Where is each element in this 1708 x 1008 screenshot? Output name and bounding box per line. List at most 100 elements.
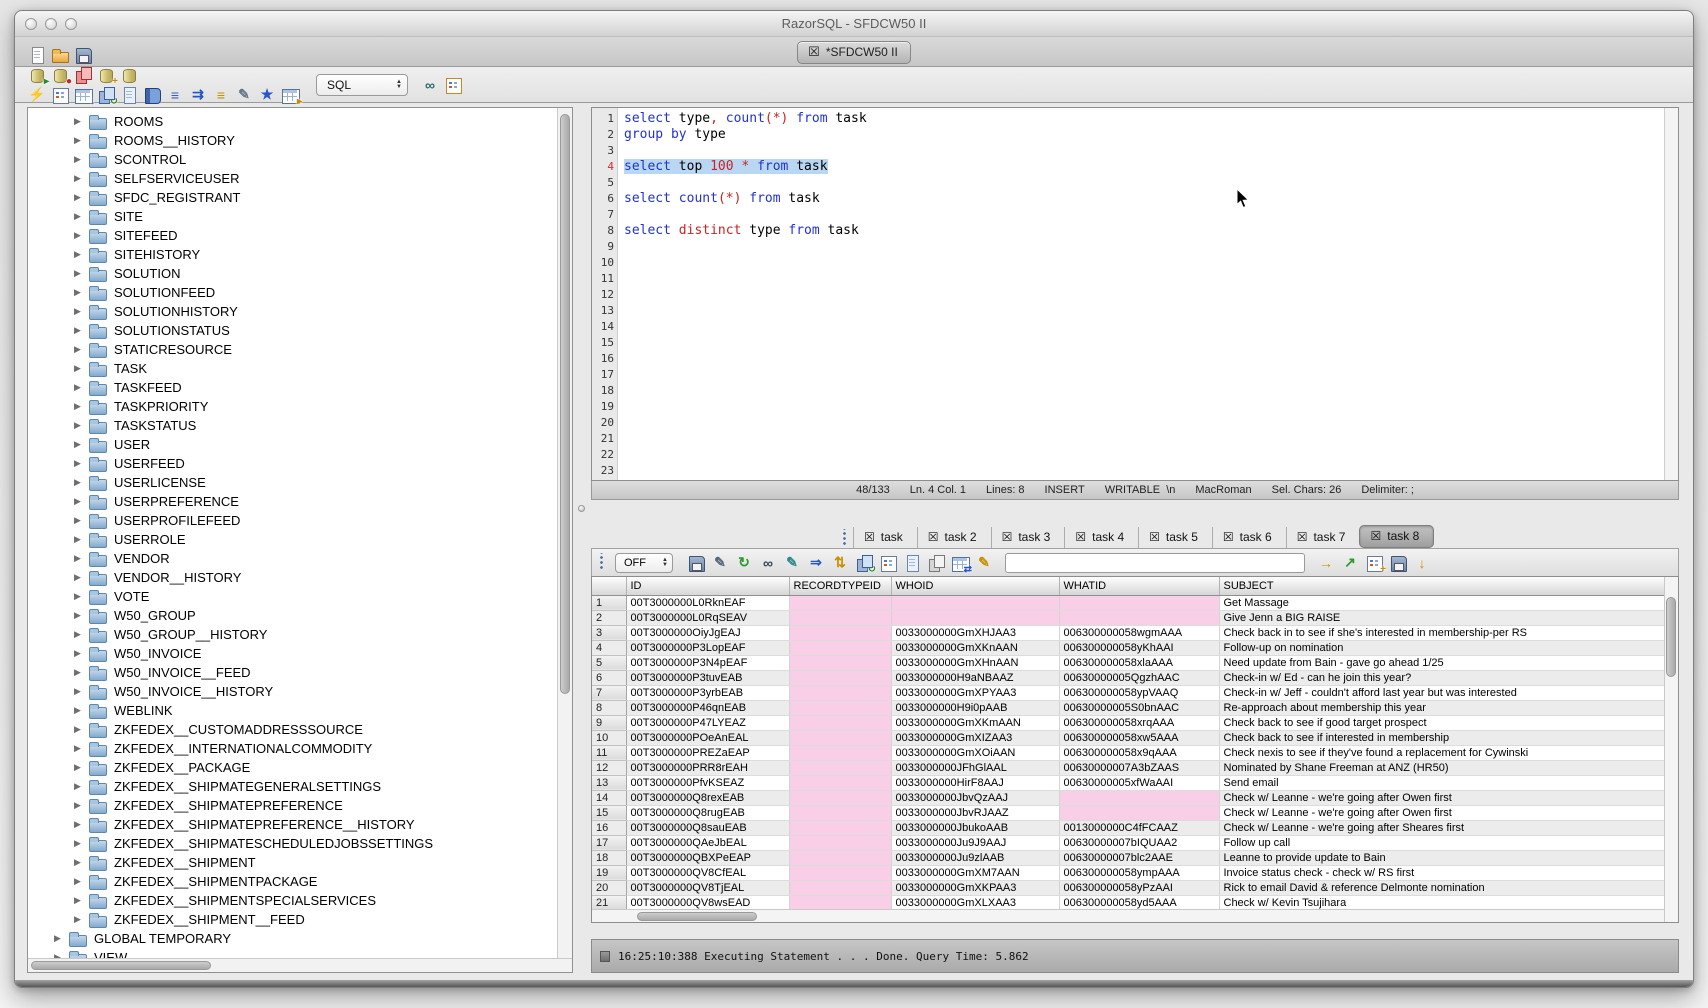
code-line[interactable] — [624, 367, 1664, 383]
db-connect-icon[interactable]: ▸ — [27, 65, 47, 85]
tree-item-w50_invoice__history[interactable]: ▶W50_INVOICE__HISTORY — [28, 682, 556, 701]
result-tab-task-6[interactable]: ☒task 6 — [1212, 527, 1286, 548]
new-file-icon[interactable] — [27, 45, 47, 65]
disclosure-triangle-icon[interactable]: ▶ — [74, 724, 88, 735]
export-table-icon[interactable]: ↓ — [73, 85, 93, 105]
tree-item-userrole[interactable]: ▶USERROLE — [28, 530, 556, 549]
table-row[interactable]: 1300T3000000PfvKSEAZ0033000000HirF8AAJ00… — [592, 775, 1664, 790]
code-line[interactable] — [624, 175, 1664, 191]
code-line[interactable] — [624, 207, 1664, 223]
sql-editor[interactable]: 1234567891011121314151617181920212223 se… — [591, 107, 1679, 481]
describe-arrows-icon[interactable]: ⇉ — [188, 85, 208, 105]
grid-cell[interactable]: Check nexis to see if they've found a re… — [1219, 745, 1664, 760]
grid-cell[interactable]: 00630000005S0bnAAC — [1059, 700, 1219, 715]
grid-cell[interactable]: 0033000000GmXKnAAN — [891, 640, 1059, 655]
table-row[interactable]: 1200T3000000PRR8rEAH0033000000JFhGlAAL00… — [592, 760, 1664, 775]
save-grid-icon[interactable] — [1388, 553, 1408, 573]
tree-item-weblink[interactable]: ▶WEBLINK — [28, 701, 556, 720]
tab-close-icon[interactable]: ☒ — [1223, 530, 1234, 544]
code-line[interactable]: select count(*) from task — [624, 191, 1664, 207]
tree-item-global temporary[interactable]: ▶GLOBAL TEMPORARY — [28, 929, 556, 948]
grid-cell[interactable]: 00630000007bIQUAA2 — [1059, 835, 1219, 850]
find-glasses-icon[interactable]: ∞ — [420, 75, 440, 95]
grid-cell[interactable]: Send email — [1219, 775, 1664, 790]
grid-cell[interactable] — [789, 730, 891, 745]
tree-item-zkfedex__shipment__feed[interactable]: ▶ZKFEDEX__SHIPMENT__FEED — [28, 910, 556, 929]
table-row[interactable]: 2100T3000000QV8wsEAD0033000000GmXLXAA300… — [592, 895, 1664, 910]
grid-cell[interactable] — [789, 685, 891, 700]
tab-close-icon[interactable]: ☒ — [928, 530, 939, 544]
tree-item-w50_invoice__feed[interactable]: ▶W50_INVOICE__FEED — [28, 663, 556, 682]
stop-icon[interactable] — [600, 951, 610, 962]
grid-vertical-scrollbar[interactable] — [1664, 577, 1678, 922]
table-row[interactable]: 1600T3000000Q8sauEAB0033000000JbukoAAB00… — [592, 820, 1664, 835]
row-number-cell[interactable]: 1 — [592, 595, 626, 610]
row-number-cell[interactable]: 11 — [592, 745, 626, 760]
grid-cell[interactable]: 00T3000000QV8CfEAL — [626, 865, 789, 880]
grid-cell[interactable]: Check w/ Leanne - we're going after Owen… — [1219, 790, 1664, 805]
grid-cell[interactable]: 0033000000JbukoAAB — [891, 820, 1059, 835]
tree-item-site[interactable]: ▶SITE — [28, 207, 556, 226]
disclosure-triangle-icon[interactable]: ▶ — [74, 667, 88, 678]
grid-cell[interactable]: 00T3000000Q8rugEAB — [626, 805, 789, 820]
sort-pencil-icon[interactable]: ✎ — [710, 553, 730, 573]
grid-cell[interactable]: 006300000058x9qAAA — [1059, 745, 1219, 760]
table-row[interactable]: 1100T3000000PREZaEAP0033000000GmXOiAAN00… — [592, 745, 1664, 760]
grid-cell[interactable]: 0033000000Ju9zlAAB — [891, 850, 1059, 865]
db-add-icon[interactable]: + — [96, 65, 116, 85]
code-line[interactable] — [624, 447, 1664, 463]
row-number-cell[interactable]: 9 — [592, 715, 626, 730]
table-row[interactable]: 800T3000000P46qnEAB0033000000H9i0pAAB006… — [592, 700, 1664, 715]
grid-cell[interactable]: 00630000005xfWaAAI — [1059, 775, 1219, 790]
tab-close-icon[interactable]: ☒ — [1297, 530, 1308, 544]
tree-item-solutionfeed[interactable]: ▶SOLUTIONFEED — [28, 283, 556, 302]
disclosure-triangle-icon[interactable]: ▶ — [74, 800, 88, 811]
grid-cell[interactable]: 00T3000000QAeJbEAL — [626, 835, 789, 850]
mode-select[interactable]: SQL ▲▼ — [316, 74, 408, 96]
disclosure-triangle-icon[interactable]: ▶ — [74, 553, 88, 564]
sidebar-horizontal-scrollbar[interactable] — [28, 958, 572, 972]
grid-scroll-thumb[interactable] — [1666, 597, 1676, 677]
grid-cell[interactable]: 006300000058yd5AAA — [1059, 895, 1219, 910]
table-row[interactable]: 1700T3000000QAeJbEAL0033000000Ju9J9AAJ00… — [592, 835, 1664, 850]
grid-cell[interactable]: 00T3000000P46qnEAB — [626, 700, 789, 715]
column-header-recordtypeid[interactable]: RECORDTYPEID — [789, 577, 891, 595]
grid-cell[interactable]: 006300000058yPzAAI — [1059, 880, 1219, 895]
tab-close-icon[interactable]: ☒ — [1149, 530, 1160, 544]
grid-cell[interactable]: 0033000000GmXIZAA3 — [891, 730, 1059, 745]
grid-cell[interactable]: 00T3000000QV8wsEAD — [626, 895, 789, 910]
limit-select[interactable]: OFF ▲▼ — [615, 553, 673, 573]
grid-cell[interactable]: Need update from Bain - gave go ahead 1/… — [1219, 655, 1664, 670]
save-results-icon[interactable] — [686, 553, 706, 573]
describe-form-icon[interactable] — [878, 553, 898, 573]
fetch-more-icon[interactable]: ↓ — [1412, 553, 1432, 573]
row-number-cell[interactable]: 2 — [592, 610, 626, 625]
grid-cell[interactable]: 00T3000000Q8rexEAB — [626, 790, 789, 805]
tree-item-task[interactable]: ▶TASK — [28, 359, 556, 378]
grid-cell[interactable] — [1059, 595, 1219, 610]
disclosure-triangle-icon[interactable]: ▶ — [74, 306, 88, 317]
query-form-icon[interactable] — [50, 85, 70, 105]
grid-cell[interactable] — [789, 700, 891, 715]
move-rows-icon[interactable]: ⇅ — [830, 553, 850, 573]
code-line[interactable] — [624, 255, 1664, 271]
script-form-icon[interactable]: + — [1364, 553, 1384, 573]
grid-cell[interactable]: 0033000000GmXM7AAN — [891, 865, 1059, 880]
grid-cell[interactable]: 0033000000JbvQzAAJ — [891, 790, 1059, 805]
grid-cell[interactable]: 00T3000000L0RqSEAV — [626, 610, 789, 625]
tree-item-zkfedex__shipmategeneralsettings[interactable]: ▶ZKFEDEX__SHIPMATEGENERALSETTINGS — [28, 777, 556, 796]
grid-cell[interactable]: 0033000000GmXHJAA3 — [891, 625, 1059, 640]
grid-cell[interactable]: 00T3000000QV8TjEAL — [626, 880, 789, 895]
sidebar-vertical-scrollbar[interactable] — [557, 108, 572, 958]
disclosure-triangle-icon[interactable]: ▶ — [74, 629, 88, 640]
tree-item-selfserviceuser[interactable]: ▶SELFSERVICEUSER — [28, 169, 556, 188]
grid-cell[interactable]: 0033000000Ju9J9AAJ — [891, 835, 1059, 850]
code-line[interactable] — [624, 239, 1664, 255]
result-tab-task-8[interactable]: ☒task 8 — [1359, 525, 1434, 548]
db-icon[interactable] — [119, 65, 139, 85]
grid-hscroll-thumb[interactable] — [637, 912, 757, 921]
table-row[interactable]: 500T3000000P3N4pEAF0033000000GmXHnAAN006… — [592, 655, 1664, 670]
disclosure-triangle-icon[interactable]: ▶ — [74, 211, 88, 222]
grid-cell[interactable]: Follow-up on nomination — [1219, 640, 1664, 655]
book-icon[interactable] — [142, 85, 162, 105]
